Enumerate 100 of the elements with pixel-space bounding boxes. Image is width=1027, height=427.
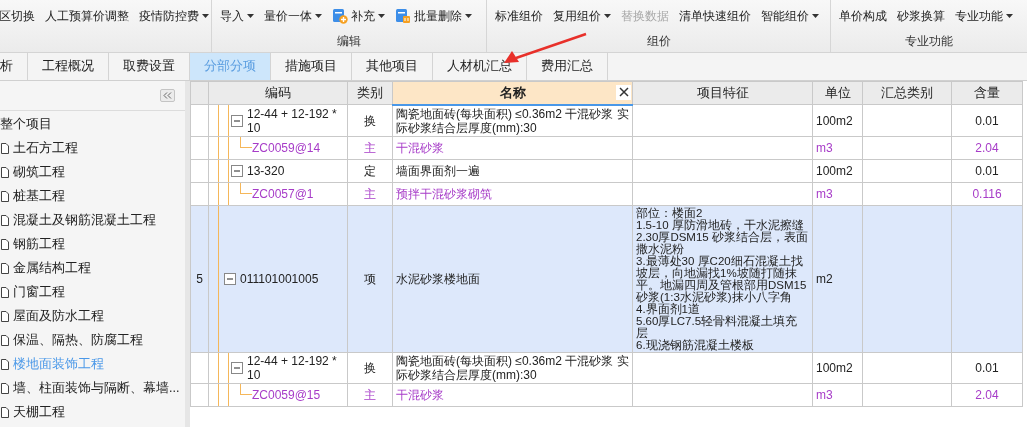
- caret-icon: [378, 14, 385, 18]
- column-header[interactable]: 单位: [812, 81, 863, 105]
- caret-icon: [604, 14, 611, 18]
- code-text: 011101001005: [240, 271, 319, 286]
- toolbar-button[interactable]: 区切换: [0, 4, 37, 28]
- tree-item[interactable]: 保温、隔热、防腐工程: [0, 328, 185, 353]
- column-header[interactable]: 项目特征: [632, 81, 813, 105]
- tree-item[interactable]: 钢筋工程: [0, 232, 185, 257]
- column-header[interactable]: 类别: [347, 81, 393, 105]
- toolbar-button[interactable]: 量价一体: [262, 4, 324, 28]
- toolbar-button[interactable]: 疫情防控费: [137, 4, 211, 28]
- tab[interactable]: 费用汇总: [527, 52, 608, 80]
- tree-item[interactable]: 屋面及防水工程: [0, 304, 185, 329]
- toolbar-button[interactable]: 批量删除: [393, 4, 474, 28]
- table-cell: 干混砂浆: [392, 383, 633, 407]
- caret-icon: [1006, 14, 1013, 18]
- column-title: 类别: [357, 85, 383, 101]
- tab[interactable]: 工程概况: [28, 52, 109, 80]
- table-cell: 陶瓷地面砖(每块面积) ≤0.36m2 干混砂浆 实际砂浆结合层厚度(mm):30: [392, 352, 633, 384]
- column-header[interactable]: 编码: [208, 81, 348, 105]
- table-cell: 部位：楼面2 1.5-10 厚防滑地砖，干水泥擦缝 2.30厚DSM15 砂浆结合层，表面撒水泥粉 3.最薄处30 厚C20细石混凝土找坡层，向地漏找1%坡随打随抹平。地漏四周及管根部用DSM15砂浆(1:3水泥砂浆)抹小八字角 4.界面剂1道 5.60厚LC7.5轻骨料混凝土填充层 6.现浇钢筋混凝土楼板: [632, 205, 813, 353]
- toolbar-button[interactable]: 单价构成: [837, 4, 889, 28]
- toolbar-button[interactable]: 清单快速组价: [677, 4, 753, 28]
- tree-item[interactable]: 土石方工程: [0, 136, 185, 161]
- row-number: 5: [190, 205, 209, 353]
- collapse-icon[interactable]: [231, 361, 243, 374]
- table-cell: 0.01: [951, 159, 1023, 183]
- column-title: 项目特征: [696, 85, 749, 101]
- toolbar-button[interactable]: 人工预算价调整: [43, 4, 131, 28]
- document-delete-icon: [395, 8, 411, 24]
- tree-item[interactable]: 金属结构工程: [0, 256, 185, 281]
- table-cell: 100m2: [812, 352, 863, 384]
- group-label: 编辑: [337, 33, 361, 50]
- table-cell: 墙面界面剂一遍: [392, 159, 633, 183]
- close-icon: [618, 87, 629, 98]
- caret-icon: [465, 14, 472, 18]
- code-text: 12-44 + 12-192 * 10: [247, 106, 338, 135]
- toolbar-button[interactable]: 导入: [218, 4, 256, 28]
- caret-icon: [812, 14, 819, 18]
- column-title: 含量: [974, 85, 1000, 101]
- collapse-icon[interactable]: [231, 114, 243, 127]
- document-add-icon: [332, 8, 348, 24]
- column-header[interactable]: 名称: [392, 81, 633, 105]
- column-header[interactable]: 汇总类别: [862, 81, 952, 105]
- collapse-icon[interactable]: [231, 164, 243, 177]
- code-text: 13-320: [247, 163, 285, 178]
- tree-item[interactable]: 整个项目: [0, 112, 185, 137]
- table-cell: 水泥砂浆楼地面: [392, 205, 633, 353]
- tree-item[interactable]: 桩基工程: [0, 184, 185, 209]
- collapse-icon[interactable]: [224, 272, 236, 285]
- table-cell: m2: [812, 205, 863, 353]
- toolbar-button[interactable]: 砂浆换算: [895, 4, 947, 28]
- table-cell: 2.04: [951, 383, 1023, 407]
- tab[interactable]: 析: [0, 52, 28, 80]
- group-label: 专业功能: [905, 33, 953, 50]
- table-cell: 换: [347, 352, 393, 384]
- group-label: 组价: [646, 33, 671, 50]
- caret-icon: [202, 14, 209, 18]
- caret-icon: [247, 14, 254, 18]
- table-cell: 陶瓷地面砖(每块面积) ≤0.36m2 干混砂浆 实际砂浆结合层厚度(mm):30: [392, 104, 633, 137]
- tree-item[interactable]: 门窗工程: [0, 280, 185, 305]
- toolbar-button[interactable]: 复用组价: [551, 4, 613, 28]
- table-cell: 主: [347, 182, 393, 206]
- toolbar-button[interactable]: 专业功能: [953, 4, 1015, 28]
- code-text: ZC0059@15: [252, 387, 321, 402]
- code-text: ZC0059@14: [252, 140, 321, 155]
- column-title: 编码: [265, 85, 291, 101]
- table-cell: 主: [347, 383, 393, 407]
- tab[interactable]: 措施项目: [271, 52, 352, 80]
- table-cell: 100m2: [812, 159, 863, 183]
- code-text: ZC0057@1: [252, 186, 314, 201]
- table-cell: 100m2: [812, 104, 863, 137]
- close-button[interactable]: [616, 84, 631, 100]
- table-cell: m3: [812, 136, 863, 160]
- toolbar-button[interactable]: 标准组价: [493, 4, 545, 28]
- tab[interactable]: 其他项目: [352, 52, 433, 80]
- table-cell: m3: [812, 182, 863, 206]
- toolbar-button[interactable]: 补充: [330, 4, 387, 28]
- table-cell: 0.116: [951, 182, 1023, 206]
- tree-item[interactable]: 混凝土及钢筋混凝土工程: [0, 208, 185, 233]
- table-cell: 2.04: [951, 136, 1023, 160]
- column-title: 汇总类别: [881, 85, 933, 101]
- column-header[interactable]: 含量: [951, 81, 1023, 105]
- tree-item[interactable]: 天棚工程: [0, 400, 185, 425]
- table-cell: 0.01: [951, 104, 1023, 137]
- toolbar-button[interactable]: 智能组价: [759, 4, 821, 28]
- tree-item[interactable]: 墙、柱面装饰与隔断、幕墙...: [0, 376, 185, 401]
- table-cell: 0.01: [951, 352, 1023, 384]
- table-cell: 主: [347, 136, 393, 160]
- table-cell: 预拌干混砂浆砌筑: [392, 182, 633, 206]
- double-chevron-left-icon: [163, 91, 172, 99]
- table-cell: 干混砂浆: [392, 136, 633, 160]
- table-cell: m3: [812, 383, 863, 407]
- caret-icon: [315, 14, 322, 18]
- collapse-button[interactable]: [160, 88, 175, 102]
- table-cell: 项: [347, 205, 393, 353]
- code-text: 12-44 + 12-192 * 10: [247, 353, 338, 382]
- table-cell: 定: [347, 159, 393, 183]
- column-title: 名称: [499, 84, 526, 100]
- tree-item[interactable]: 砌筑工程: [0, 160, 185, 185]
